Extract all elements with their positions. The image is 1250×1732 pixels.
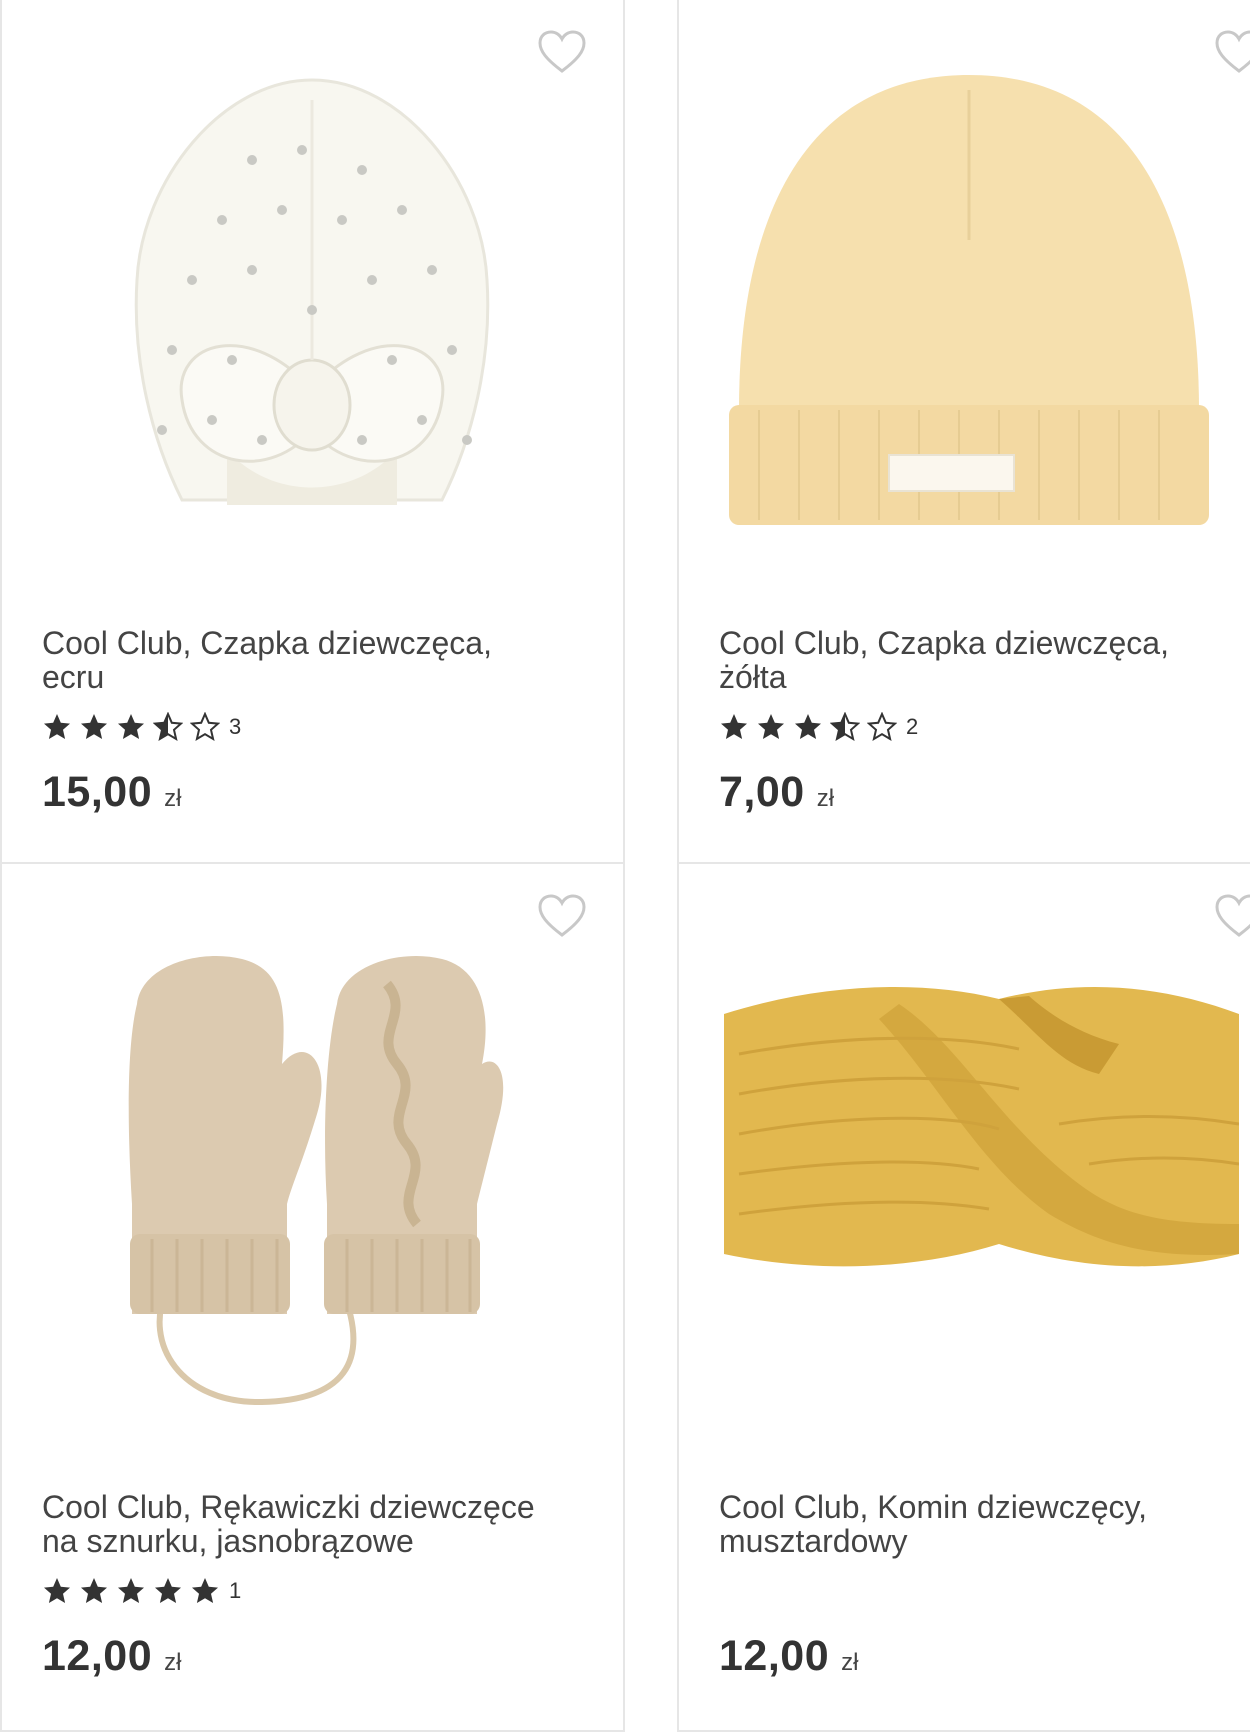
product-name[interactable]: Cool Club, Czapka dziewczęca, żółta (719, 626, 1250, 694)
star-half-icon (153, 712, 183, 742)
price: 7,00 zł (719, 768, 834, 817)
product-card[interactable]: Cool Club, Komin dziewczęcy, musztardowy… (677, 862, 1250, 1732)
product-name[interactable]: Cool Club, Komin dziewczęcy, musztardowy (719, 1490, 1250, 1558)
price-currency: zł (816, 785, 835, 812)
price-amount: 7,00 (719, 768, 805, 816)
star-full-icon (155, 1578, 181, 1603)
price-amount: 15,00 (42, 768, 153, 816)
beanie-hat-icon[interactable] (699, 60, 1239, 560)
product-card[interactable]: Cool Club, Czapka dziewczęca, ecru 3 15,… (0, 0, 625, 864)
turban-hat-icon[interactable] (42, 60, 582, 560)
review-count: 3 (229, 714, 242, 739)
star-full-icon (81, 1578, 107, 1603)
mittens-icon[interactable] (42, 924, 582, 1424)
star-full-icon (81, 714, 107, 739)
star-half-icon (830, 712, 860, 742)
star-full-icon (118, 1578, 144, 1603)
star-full-icon (44, 714, 70, 739)
price-currency: zł (164, 785, 182, 812)
review-count: 2 (906, 714, 919, 739)
price: 12,00 zł (719, 1632, 858, 1681)
price: 12,00 zł (42, 1632, 181, 1681)
rating-stars: 1 (42, 1576, 241, 1606)
star-full-icon (192, 1578, 218, 1603)
product-name[interactable]: Cool Club, Czapka dziewczęca, ecru (42, 626, 582, 694)
product-name[interactable]: Cool Club, Rękawiczki dziewczęce na sznu… (42, 1490, 582, 1558)
star-full-icon (721, 714, 747, 739)
star-empty-icon (190, 712, 220, 742)
price-currency: zł (841, 1649, 859, 1676)
star-full-icon (44, 1578, 70, 1603)
rating-stars: 3 (42, 712, 241, 742)
product-card[interactable]: Cool Club, Czapka dziewczęca, żółta 2 7,… (677, 0, 1250, 864)
star-full-icon (118, 714, 144, 739)
star-full-icon (758, 714, 784, 739)
price-amount: 12,00 (42, 1632, 153, 1680)
product-card[interactable]: Cool Club, Rękawiczki dziewczęce na sznu… (0, 862, 625, 1732)
price-amount: 12,00 (719, 1632, 830, 1680)
product-grid: Cool Club, Czapka dziewczęca, ecru 3 15,… (0, 0, 1250, 1732)
star-empty-icon (867, 712, 897, 742)
knit-snood-icon[interactable] (699, 924, 1240, 1424)
star-full-icon (795, 714, 821, 739)
price-currency: zł (164, 1649, 182, 1676)
review-count: 1 (229, 1578, 242, 1603)
price: 15,00 zł (42, 768, 181, 817)
rating-stars: 2 (719, 712, 918, 742)
